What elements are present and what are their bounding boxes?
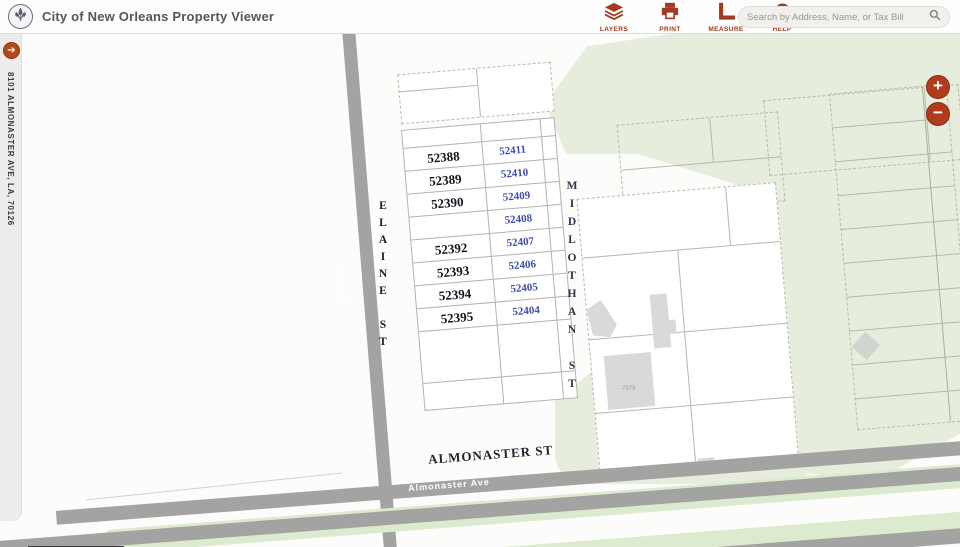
search-input[interactable] (747, 12, 929, 23)
layers-icon (603, 2, 625, 25)
measure-icon (716, 2, 736, 25)
map-canvas[interactable]: 7979 52388 52411 52389 52410 52390 (0, 34, 960, 547)
search-box[interactable] (738, 6, 950, 28)
zoom-in-button[interactable]: + (926, 75, 950, 99)
arrow-right-icon: ➔ (7, 45, 15, 56)
parcel-grid: 52388 52411 52389 52410 52390 52409 5240… (401, 117, 578, 411)
selected-address-label: 8101 ALMONASTER AVE, LA, 70126 (6, 72, 15, 226)
tool-label: LAYERS (600, 26, 628, 33)
fleur-de-lis-icon (13, 7, 28, 27)
tool-label: MEASURE (708, 26, 743, 33)
almonaster-st-label: ALMONASTER ST (428, 442, 554, 468)
search-icon[interactable] (929, 8, 941, 26)
print-button[interactable]: PRINT (648, 2, 692, 33)
zoom-out-button[interactable]: − (926, 102, 950, 126)
elaine-road-label: Elaine St (337, 264, 349, 307)
collapsed-info-panel[interactable]: ➔ 8101 ALMONASTER AVE, LA, 70126 (0, 34, 22, 521)
expand-panel-button[interactable]: ➔ (3, 42, 20, 59)
elaine-st-label: ELAINE ST (377, 200, 389, 353)
building-number-label: 7979 (622, 386, 635, 392)
midlothan-st-label: MIDLOTHAN ST (566, 180, 578, 396)
new-orleans-logo (8, 4, 33, 29)
building-footprint (604, 352, 656, 410)
building-footprint (662, 319, 676, 334)
app-title: City of New Orleans Property Viewer (42, 9, 274, 24)
parcel-block-outline (397, 62, 555, 125)
property-viewer-app: 7979 52388 52411 52389 52410 52390 (0, 0, 960, 547)
print-icon (660, 2, 680, 25)
tool-label: PRINT (659, 26, 681, 33)
app-header: City of New Orleans Property Viewer LAYE… (0, 0, 960, 34)
elaine-street-road (342, 34, 401, 547)
layers-button[interactable]: LAYERS (592, 2, 636, 33)
